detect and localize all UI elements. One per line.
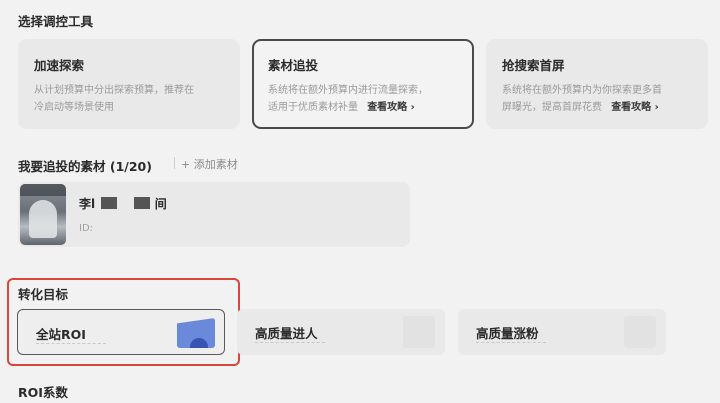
tool-card-material-boost[interactable]: 素材追投 系统将在额外预算内进行流量探索， 适用于优质素材补量 查看攻略 › <box>252 39 474 129</box>
goal-option-high-quality-followers[interactable]: 高质量涨粉 <box>458 309 666 355</box>
tool-card-title: 抢搜索首屏 <box>502 58 565 73</box>
view-guide-link[interactable]: 查看攻略 › <box>611 102 659 113</box>
goal-option-label: 全站ROI <box>36 327 86 342</box>
tool-desc-line1: 系统将在额外预算内为你探索更多首 <box>502 85 662 96</box>
tool-desc-line2: 适用于优质素材补量 <box>268 102 358 113</box>
visitors-icon <box>403 316 435 348</box>
material-title-suffix: 间 <box>154 197 167 211</box>
tool-card-title: 素材追投 <box>268 58 319 73</box>
materials-section-title: 我要追投的素材 (1/20) <box>18 159 152 174</box>
thumbnail-trees <box>20 184 66 196</box>
tool-desc-line2-row: 屏曝光，提高首屏花费 查看攻略 › <box>502 99 692 116</box>
tool-card-desc: 系统将在额外预算内进行流量探索， 适用于优质素材补量 查看攻略 › <box>268 82 458 116</box>
title-divider <box>174 157 175 169</box>
tool-desc-line2-row: 适用于优质素材补量 查看攻略 › <box>268 99 458 116</box>
followers-icon <box>624 316 656 348</box>
material-title-prefix: 李l <box>79 197 96 211</box>
redaction-block <box>133 197 150 209</box>
material-item[interactable]: 李l 间 ID: <box>18 182 410 247</box>
tool-card-title: 加速探索 <box>34 58 85 73</box>
tool-card-search-first-screen[interactable]: 抢搜索首屏 系统将在额外预算内为你探索更多首 屏曝光，提高首屏花费 查看攻略 › <box>486 39 708 129</box>
tool-desc-line2: 冷启动等场景使用 <box>34 102 114 113</box>
label-underline <box>476 342 546 343</box>
tools-section-title: 选择调控工具 <box>18 14 94 29</box>
label-underline <box>36 343 106 344</box>
goal-option-site-roi[interactable]: 全站ROI <box>17 309 225 355</box>
tool-desc-line1: 系统将在额外预算内进行流量探索， <box>268 85 428 96</box>
tool-card-accelerate-explore[interactable]: 加速探索 从计划预算中分出探索预算，推荐在 冷启动等场景使用 <box>18 39 240 129</box>
goal-option-high-quality-visitors[interactable]: 高质量进人 <box>237 309 445 355</box>
tool-card-desc: 从计划预算中分出探索预算，推荐在 冷启动等场景使用 <box>34 82 224 116</box>
material-thumbnail <box>20 184 66 245</box>
redaction-block <box>101 197 118 209</box>
add-material-button[interactable]: + 添加素材 <box>181 156 238 172</box>
roi-section-title: ROI系数 <box>18 385 68 400</box>
tool-desc-line2: 屏曝光，提高首屏花费 <box>502 102 602 113</box>
material-id: ID: <box>79 223 94 234</box>
label-underline <box>255 342 325 343</box>
goal-option-label: 高质量涨粉 <box>476 326 539 341</box>
view-guide-link[interactable]: 查看攻略 › <box>367 102 415 113</box>
goal-option-label: 高质量进人 <box>255 326 318 341</box>
tool-desc-line1: 从计划预算中分出探索预算，推荐在 <box>34 85 194 96</box>
thumbnail-figure <box>29 200 57 238</box>
material-title: 李l 间 <box>79 195 167 212</box>
tool-card-desc: 系统将在额外预算内为你探索更多首 屏曝光，提高首屏花费 查看攻略 › <box>502 82 692 116</box>
